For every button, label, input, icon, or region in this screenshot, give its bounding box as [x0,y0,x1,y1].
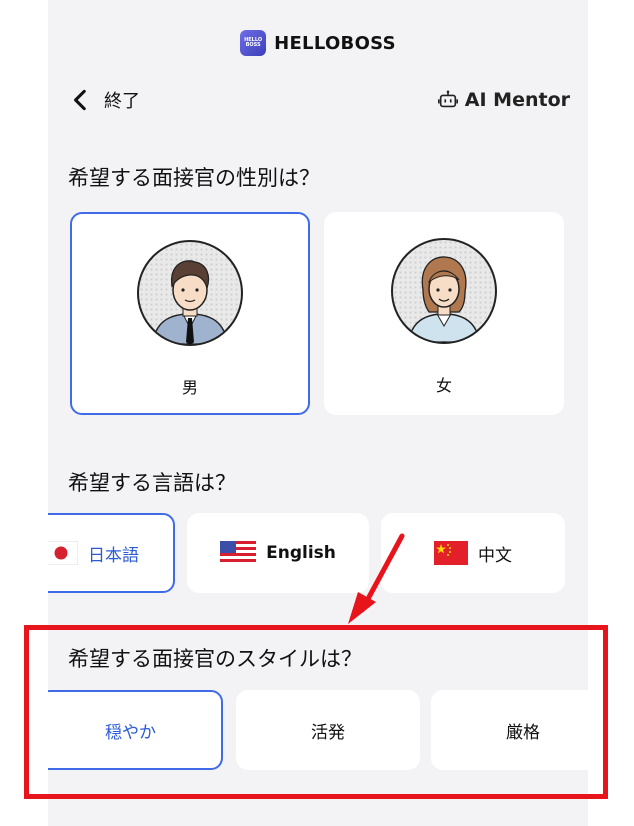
language-label-japanese: 日本語 [88,545,139,566]
gender-section-title: 希望する面接官の性別は？ [68,166,320,190]
exit-button[interactable]: 終了 [68,87,140,113]
language-label-chinese: 中文 [478,545,512,566]
usa-flag-icon [220,541,257,565]
female-interviewer-icon [408,256,480,342]
ai-mentor-button[interactable]: AI Mentor [437,89,570,111]
gender-option-female[interactable]: 女 [324,212,564,415]
top-bar: 終了 AI Mentor [68,82,570,118]
female-avatar [391,238,497,344]
language-label-english: English [266,543,336,563]
japan-flag-icon [48,541,78,565]
brand-name: HELLOBOSS [274,32,396,54]
gender-option-male[interactable]: 男 [70,212,310,415]
male-interviewer-icon [152,260,228,344]
robot-icon [437,90,458,108]
language-option-japanese[interactable]: 日本語 [48,513,175,593]
gender-label-male: 男 [181,378,198,397]
language-section-title: 希望する言語は？ [68,471,236,495]
annotation-arrow-icon [348,533,405,624]
chevron-left-icon [74,89,86,111]
gender-label-female: 女 [435,376,452,395]
ai-mentor-label: AI Mentor [464,89,570,111]
exit-label: 終了 [104,91,140,112]
china-flag-icon [434,541,468,565]
annotation-highlight-box [24,625,608,799]
helloboss-logo-icon: HELLO BOSS [240,30,267,56]
brand-header: HELLO BOSS HELLOBOSS [48,26,588,60]
male-avatar [137,240,243,346]
